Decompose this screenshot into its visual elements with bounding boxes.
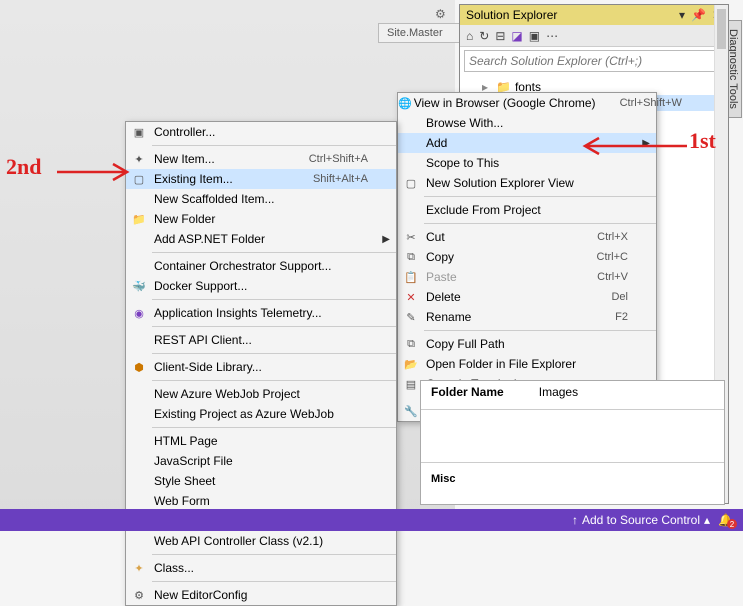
plus-icon: ↑ — [572, 513, 578, 527]
properties-icon[interactable]: ◪ — [511, 29, 522, 43]
new-folder-icon: 📁 — [126, 213, 152, 226]
gear-icon[interactable]: ⚙ — [435, 7, 446, 21]
class-icon: ✦ — [126, 562, 152, 575]
menu-style-sheet[interactable]: Style Sheet — [126, 471, 396, 491]
status-bar: ↑ Add to Source Control ▴ 🔔2 — [0, 509, 743, 531]
editorconfig-icon: ⚙ — [126, 589, 152, 602]
menu-new-webjob[interactable]: New Azure WebJob Project — [126, 384, 396, 404]
new-item-icon: ✦ — [126, 153, 152, 166]
separator — [152, 326, 396, 327]
notifications-icon[interactable]: 🔔2 — [718, 513, 733, 527]
menu-open-folder[interactable]: 📂Open Folder in File Explorer — [398, 354, 656, 374]
controller-icon: ▣ — [126, 126, 152, 139]
copy-icon: ⧉ — [398, 251, 424, 264]
window-icon: ▢ — [398, 177, 424, 190]
menu-web-form[interactable]: Web Form — [126, 491, 396, 511]
collapse-icon[interactable]: ⊟ — [495, 29, 505, 43]
rename-icon: ✎ — [398, 311, 424, 324]
separator — [152, 554, 396, 555]
separator — [152, 380, 396, 381]
separator — [421, 462, 724, 463]
menu-class[interactable]: ✦Class... — [126, 558, 396, 578]
menu-js-file[interactable]: JavaScript File — [126, 451, 396, 471]
solution-explorer-title: Solution Explorer — [466, 8, 557, 22]
menu-exclude-from-project[interactable]: Exclude From Project — [398, 200, 656, 220]
menu-paste: 📋PasteCtrl+V — [398, 267, 656, 287]
delete-icon: ✕ — [398, 291, 424, 304]
folder-open-icon: 📂 — [398, 358, 424, 371]
add-source-control-label: Add to Source Control — [582, 513, 700, 527]
menu-app-insights[interactable]: ◉Application Insights Telemetry... — [126, 303, 396, 323]
property-category-misc: Misc — [421, 469, 724, 489]
menu-delete[interactable]: ✕DeleteDel — [398, 287, 656, 307]
menu-view-in-browser[interactable]: 🌐View in Browser (Google Chrome)Ctrl+Shi… — [398, 93, 656, 113]
copy-path-icon: ⧉ — [398, 338, 424, 351]
menu-webapi-class[interactable]: Web API Controller Class (v2.1) — [126, 531, 396, 551]
menu-add[interactable]: Add▶ — [398, 133, 656, 153]
separator — [424, 223, 656, 224]
menu-copy[interactable]: ⧉CopyCtrl+C — [398, 247, 656, 267]
document-tab-site-master[interactable]: Site.Master — [378, 23, 462, 43]
toolbar-more-icon[interactable]: ⋯ — [546, 29, 558, 43]
pin-icon[interactable]: 📌 — [691, 8, 706, 22]
solution-search-input[interactable] — [464, 50, 719, 72]
menu-new-scaffolded[interactable]: New Scaffolded Item... — [126, 189, 396, 209]
property-name: Folder Name — [431, 385, 504, 399]
menu-new-solution-view[interactable]: ▢New Solution Explorer View — [398, 173, 656, 193]
menu-scope-to-this[interactable]: Scope to This — [398, 153, 656, 173]
menu-new-item[interactable]: ✦New Item...Ctrl+Shift+A — [126, 149, 396, 169]
menu-rename[interactable]: ✎RenameF2 — [398, 307, 656, 327]
menu-container-orch[interactable]: Container Orchestrator Support... — [126, 256, 396, 276]
chevron-right-icon: ▶ — [382, 234, 390, 245]
chevron-right-icon: ▶ — [642, 138, 650, 149]
menu-cut[interactable]: ✂CutCtrl+X — [398, 227, 656, 247]
separator — [152, 252, 396, 253]
property-value: Images — [539, 385, 578, 399]
separator — [421, 409, 724, 410]
separator — [152, 299, 396, 300]
dropdown-icon[interactable]: ▾ — [679, 8, 685, 22]
separator — [152, 353, 396, 354]
insights-icon: ◉ — [126, 307, 152, 320]
context-menu-project: 🌐View in Browser (Google Chrome)Ctrl+Shi… — [397, 92, 657, 422]
solution-explorer-title-bar: Solution Explorer ▾ 📌 ✕ — [460, 5, 728, 25]
scrollbar-thumb[interactable] — [717, 9, 726, 49]
menu-existing-item[interactable]: ▢Existing Item...Shift+Alt+A — [126, 169, 396, 189]
properties-panel: Folder Name Images Misc — [420, 380, 725, 505]
menu-add-asp-folder[interactable]: Add ASP.NET Folder▶ — [126, 229, 396, 249]
separator — [152, 427, 396, 428]
existing-item-icon: ▢ — [126, 173, 152, 186]
notification-badge: 2 — [727, 519, 737, 529]
chevron-up-icon: ▴ — [704, 513, 710, 527]
menu-new-folder[interactable]: 📁New Folder — [126, 209, 396, 229]
properties-row-folder-name: Folder Name Images — [421, 381, 724, 403]
separator — [424, 330, 656, 331]
paste-icon: 📋 — [398, 271, 424, 284]
home-icon[interactable]: ⌂ — [466, 29, 473, 43]
separator — [424, 196, 656, 197]
menu-controller[interactable]: ▣Controller... — [126, 122, 396, 142]
library-icon: ⬢ — [126, 361, 152, 374]
context-menu-add: ▣Controller... ✦New Item...Ctrl+Shift+A … — [125, 121, 397, 606]
menu-rest-api-client[interactable]: REST API Client... — [126, 330, 396, 350]
menu-existing-webjob[interactable]: Existing Project as Azure WebJob — [126, 404, 396, 424]
cut-icon: ✂ — [398, 231, 424, 244]
menu-client-side-lib[interactable]: ⬢Client-Side Library... — [126, 357, 396, 377]
solution-explorer-toolbar: ⌂ ↻ ⊟ ◪ ▣ ⋯ — [460, 25, 728, 47]
separator — [152, 581, 396, 582]
docker-icon: 🐳 — [126, 280, 152, 293]
menu-html-page[interactable]: HTML Page — [126, 431, 396, 451]
browser-icon: 🌐 — [398, 97, 412, 110]
menu-docker-support[interactable]: 🐳Docker Support... — [126, 276, 396, 296]
menu-new-editorconfig[interactable]: ⚙New EditorConfig — [126, 585, 396, 605]
separator — [152, 145, 396, 146]
add-to-source-control[interactable]: ↑ Add to Source Control ▴ — [572, 513, 710, 527]
menu-browse-with[interactable]: Browse With... — [398, 113, 656, 133]
refresh-icon[interactable]: ↻ — [479, 29, 489, 43]
solution-search — [464, 50, 724, 72]
menu-copy-full-path[interactable]: ⧉Copy Full Path — [398, 334, 656, 354]
show-all-icon[interactable]: ▣ — [529, 29, 540, 43]
